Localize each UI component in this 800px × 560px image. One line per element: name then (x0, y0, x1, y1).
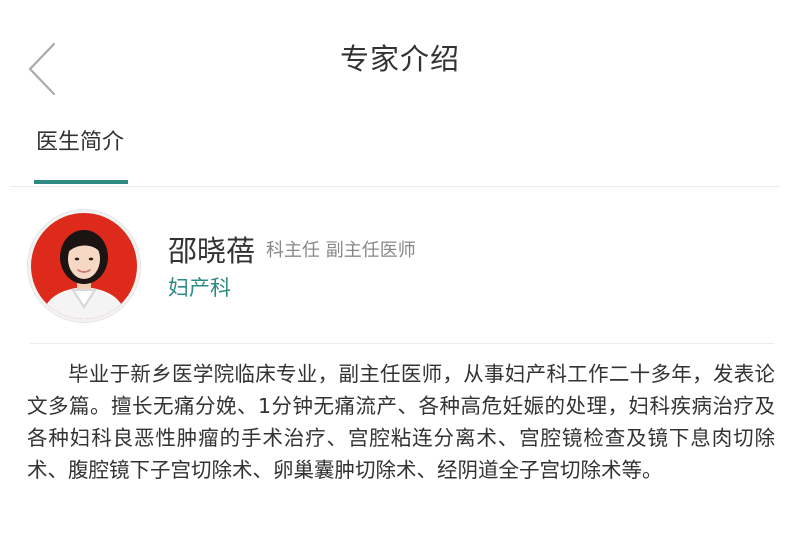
doctor-title: 科主任 副主任医师 (266, 240, 416, 261)
page-header: 专家介绍 (0, 0, 800, 110)
tab-label: 医生简介 (36, 130, 125, 155)
active-tab-indicator (34, 180, 128, 184)
tab-bar: 医生简介 (10, 118, 780, 187)
divider (30, 343, 774, 344)
doctor-introduction-text: 毕业于新乡医学院临床专业，副主任医师，从事妇产科工作二十多年，发表论文多篇。擅长… (27, 362, 775, 482)
doctor-department: 妇产科 (168, 276, 231, 300)
avatar (28, 210, 140, 322)
doctor-profile-card: 邵晓蓓 科主任 副主任医师 妇产科 (0, 196, 800, 344)
page-title: 专家介绍 (339, 42, 460, 76)
doctor-name: 邵晓蓓 (168, 234, 256, 268)
doctor-portrait-image (31, 213, 137, 319)
tab-doctor-intro[interactable]: 医生简介 (34, 128, 128, 185)
